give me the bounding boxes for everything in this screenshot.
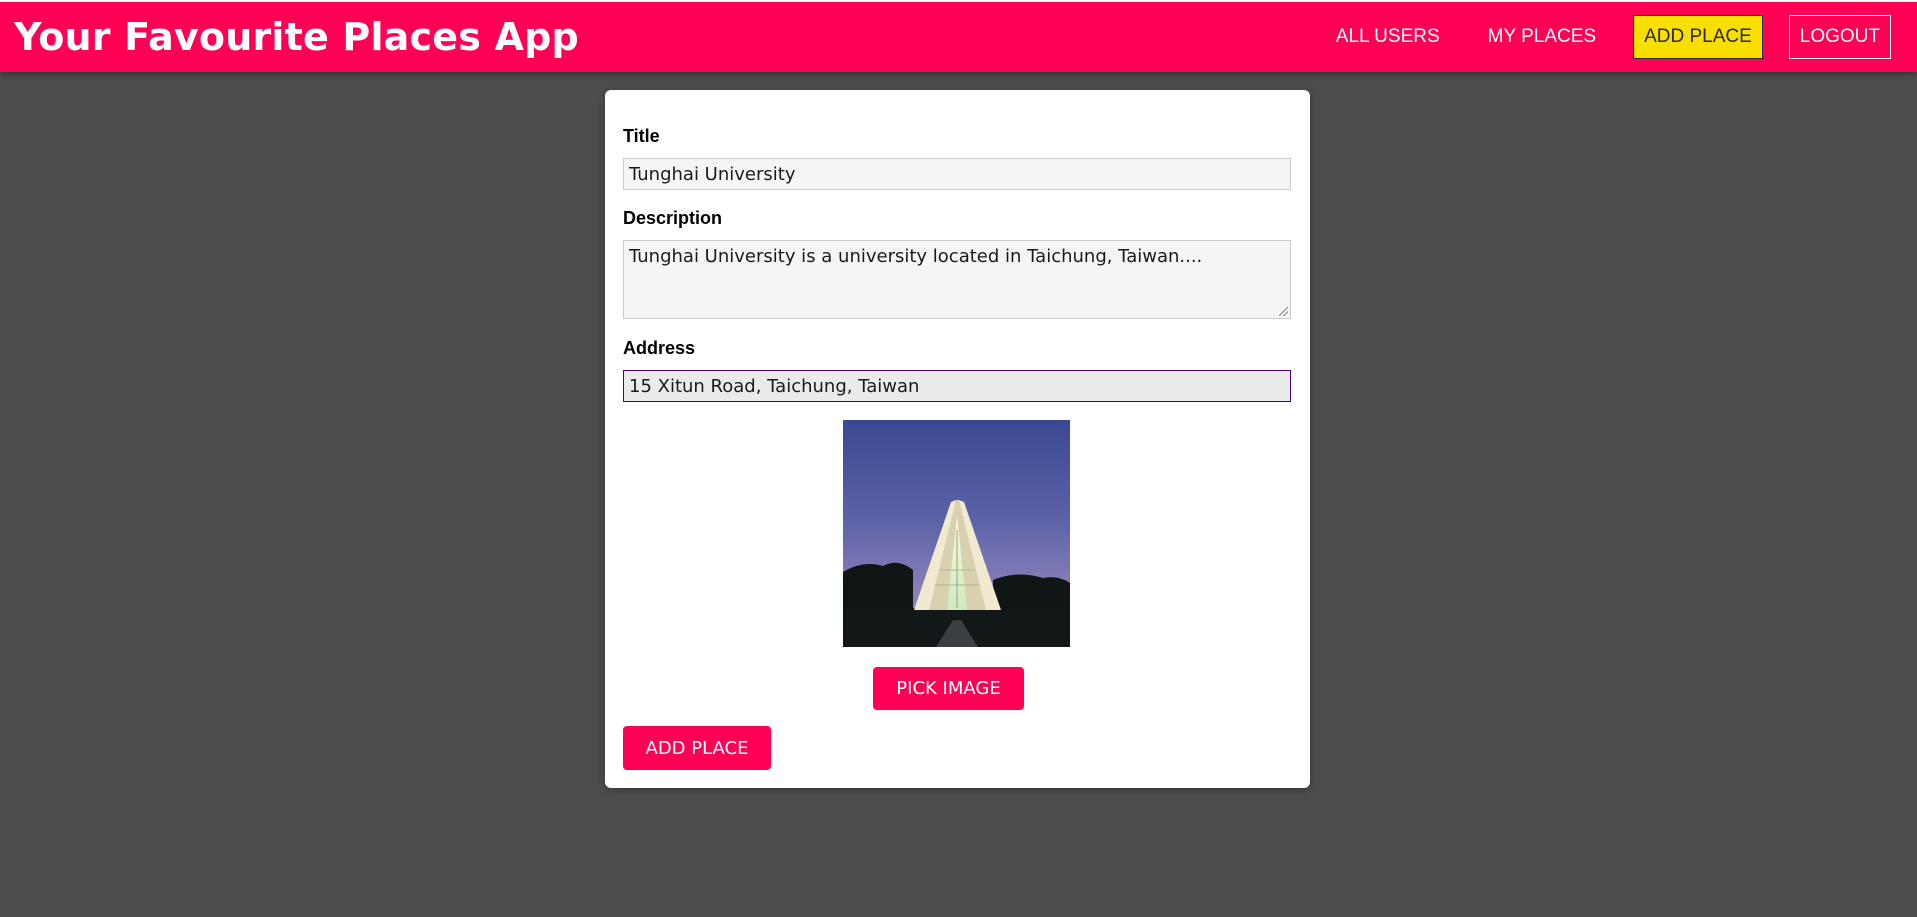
- church-photo-icon: [843, 420, 1070, 647]
- nav-add-place[interactable]: ADD PLACE: [1633, 15, 1763, 59]
- resize-grip-icon[interactable]: [1279, 307, 1288, 316]
- description-label: Description: [623, 208, 723, 228]
- address-input[interactable]: 15 Xitun Road, Taichung, Taiwan: [623, 370, 1291, 402]
- pick-image-button[interactable]: PICK IMAGE: [873, 667, 1024, 710]
- main-header: Your Favourite Places App ALL USERS MY P…: [0, 0, 1917, 72]
- title-label: Title: [623, 126, 660, 146]
- nav-all-users[interactable]: ALL USERS: [1325, 15, 1451, 59]
- title-input[interactable]: Tunghai University: [623, 158, 1291, 190]
- app-title[interactable]: Your Favourite Places App: [14, 15, 579, 59]
- nav-my-places[interactable]: MY PLACES: [1477, 15, 1607, 59]
- add-place-button[interactable]: ADD PLACE: [623, 726, 771, 770]
- description-textarea[interactable]: Tunghai University is a university locat…: [623, 240, 1291, 319]
- place-form: Title Tunghai University Description Tun…: [605, 90, 1310, 788]
- description-text: Tunghai University is a university locat…: [629, 246, 1203, 267]
- image-preview: [843, 420, 1070, 647]
- address-label: Address: [623, 338, 696, 358]
- main-navigation: ALL USERS MY PLACES ADD PLACE LOGOUT: [1309, 15, 1891, 59]
- nav-logout[interactable]: LOGOUT: [1788, 15, 1891, 59]
